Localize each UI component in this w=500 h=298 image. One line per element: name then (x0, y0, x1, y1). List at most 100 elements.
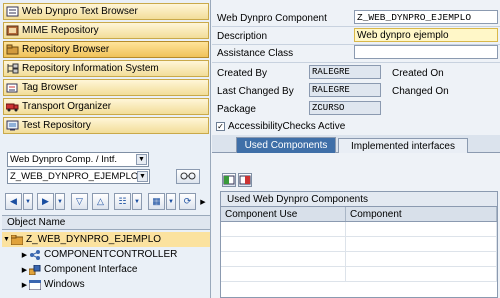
description-field[interactable]: Web dynpro ejemplo (354, 28, 498, 42)
table-cell[interactable] (346, 267, 497, 281)
tag-browser-icon (6, 82, 19, 93)
tree-collapsed-icon[interactable]: ▶ (20, 281, 29, 289)
window-icon (28, 279, 42, 290)
created-by-field: RALEGRE (309, 65, 381, 79)
nav-repository-browser-button[interactable]: Repository Browser (3, 41, 209, 58)
nav-text-browser-button[interactable]: Web Dynpro Text Browser (3, 3, 209, 20)
info-system-icon (6, 63, 19, 74)
layout-button[interactable]: ▦ (148, 193, 165, 210)
toolbar-more-button[interactable]: ▶ (198, 193, 208, 210)
object-name-value: Z_WEB_DYNPRO_EJEMPLO (10, 171, 139, 182)
table-cell[interactable] (346, 237, 497, 251)
tree-column-header: Object Name (2, 215, 210, 230)
back-button[interactable]: ◀ (5, 193, 22, 210)
tree-expanded-icon[interactable]: ▼ (2, 236, 11, 243)
chevron-down-icon: ▼ (25, 198, 31, 205)
table-row[interactable] (221, 222, 497, 237)
repository-browser-icon (6, 44, 19, 55)
table-cell[interactable] (346, 222, 497, 236)
used-components-panel: Used Web Dynpro Components Component Use… (212, 153, 500, 298)
tab-implemented-interfaces[interactable]: Implemented interfaces (338, 138, 468, 153)
tab-used-components[interactable]: Used Components (236, 137, 336, 153)
tree-item-component-interface[interactable]: ▶ Component Interface (2, 262, 210, 277)
table-row[interactable] (221, 237, 497, 252)
layout-menu-button[interactable]: ▼ (166, 193, 176, 210)
table-cell[interactable] (221, 237, 346, 251)
created-on-label: Created On (392, 68, 444, 79)
object-type-value: Web Dynpro Comp. / Intf. (10, 154, 118, 165)
chevron-down-icon[interactable]: ▼ (137, 171, 148, 182)
chevron-down-icon: ▼ (134, 198, 140, 205)
interface-icon (28, 264, 41, 275)
refresh-button[interactable]: ⟳ (179, 193, 196, 210)
text-browser-icon (6, 6, 19, 17)
chevron-down-icon: ▼ (57, 198, 63, 205)
detail-pane: Web Dynpro Component Z_WEB_DYNPRO_EJEMPL… (212, 0, 500, 298)
arrow-right-icon: ▶ (42, 196, 49, 206)
package-value: ZCURSO (312, 103, 345, 113)
divider (212, 26, 500, 27)
forward-menu-button[interactable]: ▼ (55, 193, 65, 210)
description-value: Web dynpro ejemplo (357, 29, 449, 41)
tab-label: Implemented interfaces (351, 140, 455, 152)
hierarchy-menu-button[interactable]: ▼ (132, 193, 142, 210)
nav-mime-repository-button[interactable]: MIME Repository (3, 22, 209, 39)
description-label: Description (217, 31, 268, 42)
chevron-right-icon: ▶ (200, 198, 206, 206)
arrow-left-icon: ◀ (10, 196, 17, 206)
insert-row-icon (223, 175, 235, 189)
nav-text-browser-label: Web Dynpro Text Browser (22, 6, 138, 17)
navigation-pane: Web Dynpro Text Browser MIME Repository … (0, 0, 211, 298)
nav-tag-browser-button[interactable]: Tag Browser (3, 79, 209, 96)
collapse-button[interactable]: ▽ (71, 193, 88, 210)
object-type-select[interactable]: Web Dynpro Comp. / Intf. ▼ (7, 152, 149, 167)
hierarchy-button[interactable]: ☷ (114, 193, 131, 210)
delete-row-button[interactable] (238, 173, 252, 187)
table-cell[interactable] (221, 222, 346, 236)
table-row[interactable] (221, 267, 497, 282)
used-components-table: Used Web Dynpro Components Component Use… (220, 191, 498, 298)
hierarchy-icon: ☷ (118, 196, 127, 206)
assistance-class-label: Assistance Class (217, 48, 294, 59)
insert-row-button[interactable] (222, 173, 236, 187)
tree-item-label: Windows (44, 279, 85, 290)
assistance-class-field[interactable] (354, 45, 498, 59)
accessibility-checkbox[interactable]: ✓ (216, 122, 225, 131)
tree-collapsed-icon[interactable]: ▶ (20, 251, 29, 259)
last-changed-by-field: RALEGRE (309, 83, 381, 97)
component-field[interactable]: Z_WEB_DYNPRO_EJEMPLO (354, 10, 498, 24)
column-header-component[interactable]: Component (346, 207, 497, 221)
table-row[interactable] (221, 252, 497, 267)
controller-icon (29, 249, 41, 260)
column-header-component-use[interactable]: Component Use (221, 207, 346, 221)
forward-button[interactable]: ▶ (37, 193, 54, 210)
expand-icon: △ (97, 196, 104, 206)
nav-info-system-button[interactable]: Repository Information System (3, 60, 209, 77)
table-title: Used Web Dynpro Components (221, 192, 497, 207)
object-name-input[interactable]: Z_WEB_DYNPRO_EJEMPLO ▼ (7, 169, 150, 184)
collapse-icon: ▽ (76, 196, 83, 206)
table-cell[interactable] (221, 267, 346, 281)
nav-tag-browser-label: Tag Browser (22, 82, 78, 93)
expand-button[interactable]: △ (92, 193, 109, 210)
tree-item-label: COMPONENTCONTROLLER (44, 249, 178, 260)
last-changed-by-label: Last Changed By (217, 86, 294, 97)
tree-collapsed-icon[interactable]: ▶ (20, 266, 29, 274)
display-button[interactable] (176, 169, 200, 184)
nav-transport-organizer-button[interactable]: Transport Organizer (3, 98, 209, 115)
table-header: Component Use Component (221, 207, 497, 222)
changed-on-label: Changed On (392, 86, 449, 97)
tree-item-componentcontroller[interactable]: ▶ COMPONENTCONTROLLER (2, 247, 210, 262)
test-repository-icon (6, 120, 19, 131)
delete-row-icon (239, 175, 251, 189)
mime-repository-icon (6, 25, 19, 36)
table-cell[interactable] (221, 252, 346, 266)
refresh-icon: ⟳ (183, 196, 192, 206)
table-cell[interactable] (346, 252, 497, 266)
chevron-down-icon[interactable]: ▼ (136, 154, 147, 165)
back-menu-button[interactable]: ▼ (23, 193, 33, 210)
nav-test-repository-button[interactable]: Test Repository (3, 117, 209, 134)
package-field: ZCURSO (309, 101, 381, 115)
tree-item-windows[interactable]: ▶ Windows (2, 277, 210, 292)
tree-root-item[interactable]: ▼ Z_WEB_DYNPRO_EJEMPLO (2, 232, 210, 247)
